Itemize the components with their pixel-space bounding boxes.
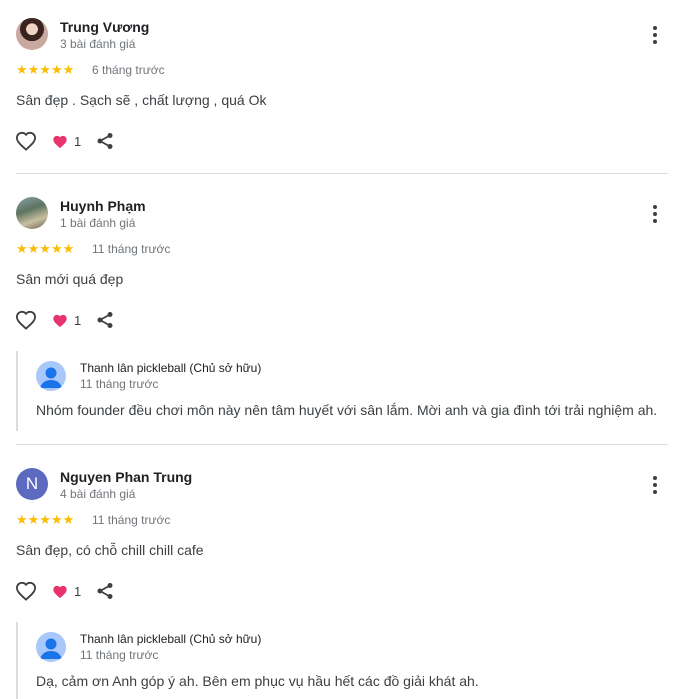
reviewer-name[interactable]: Huynh Phạm (60, 198, 146, 214)
heart-outline-icon[interactable] (15, 131, 37, 151)
avatar[interactable] (16, 18, 48, 50)
like-count: 1 (74, 313, 82, 328)
share-icon[interactable] (96, 311, 114, 329)
reviewer-name[interactable]: Trung Vương (60, 19, 149, 35)
heart-outline-icon[interactable] (15, 310, 37, 330)
star-rating: ★★★★★ (16, 62, 75, 77)
review-text: Sân đẹp, có chỗ chill chill cafe (16, 542, 204, 558)
review-time: 11 tháng trước (92, 513, 171, 527)
divider (16, 444, 668, 445)
review-count: 1 bài đánh giá (60, 216, 136, 230)
owner-reply-text: Nhóm founder đều chơi môn này nên tâm hu… (36, 402, 658, 418)
more-vert-icon[interactable] (647, 475, 663, 495)
review-time: 6 tháng trước (92, 63, 165, 77)
owner-name: Thanh lân pickleball (Chủ sở hữu) (80, 632, 262, 646)
review-count: 4 bài đánh giá (60, 487, 136, 501)
more-vert-icon[interactable] (647, 204, 663, 224)
share-icon[interactable] (96, 582, 114, 600)
review-card: N Nguyen Phan Trung 4 bài đánh giá ★★★★★… (0, 450, 683, 699)
review-count: 3 bài đánh giá (60, 37, 136, 51)
owner-reply: Thanh lân pickleball (Chủ sở hữu) 11 thá… (16, 351, 670, 431)
heart-filled-icon (53, 314, 67, 328)
reviewer-name[interactable]: Nguyen Phan Trung (60, 469, 192, 485)
like-count: 1 (74, 134, 82, 149)
owner-avatar (36, 632, 66, 662)
heart-filled-icon (53, 585, 67, 599)
owner-reply: Thanh lân pickleball (Chủ sở hữu) 11 thá… (16, 622, 670, 699)
more-vert-icon[interactable] (647, 25, 663, 45)
owner-name: Thanh lân pickleball (Chủ sở hữu) (80, 361, 262, 375)
review-text: Sân đẹp . Sạch sẽ , chất lượng , quá Ok (16, 92, 267, 108)
person-icon (40, 367, 62, 388)
star-rating: ★★★★★ (16, 241, 75, 256)
review-text: Sân mới quá đẹp (16, 271, 124, 287)
review-card: Huynh Phạm 1 bài đánh giá ★★★★★ 11 tháng… (0, 179, 683, 444)
divider (16, 173, 668, 174)
heart-outline-icon[interactable] (15, 581, 37, 601)
review-time: 11 tháng trước (92, 242, 171, 256)
owner-avatar (36, 361, 66, 391)
avatar[interactable]: N (16, 468, 48, 500)
like-count: 1 (74, 584, 82, 599)
person-icon (40, 638, 62, 659)
review-card: Trung Vương 3 bài đánh giá ★★★★★ 6 tháng… (0, 0, 683, 174)
star-rating: ★★★★★ (16, 512, 75, 527)
heart-filled-icon (53, 135, 67, 149)
owner-reply-time: 11 tháng trước (80, 648, 159, 662)
owner-reply-text: Dạ, cảm ơn Anh góp ý ah. Bên em phục vụ … (36, 673, 479, 689)
avatar[interactable] (16, 197, 48, 229)
share-icon[interactable] (96, 132, 114, 150)
owner-reply-time: 11 tháng trước (80, 377, 159, 391)
